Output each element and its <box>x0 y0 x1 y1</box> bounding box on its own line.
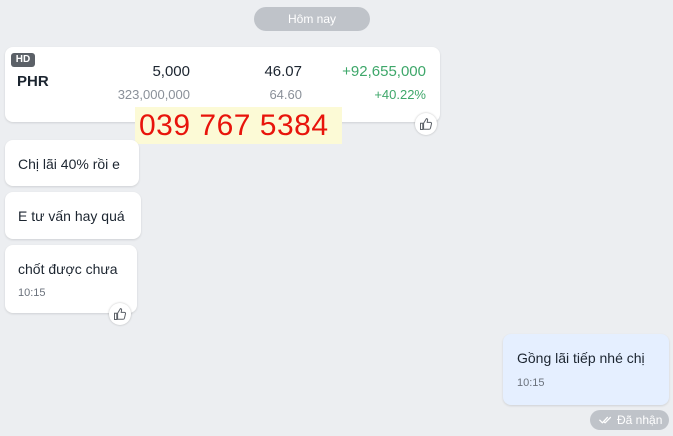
message-time: 10:15 <box>517 377 545 389</box>
chat-screen: Hôm nay HD PHR 5,000 46.07 +92,655,000 3… <box>0 0 673 436</box>
volume-value: 323,000,000 <box>117 87 190 102</box>
price-value: 5,000 <box>152 63 190 80</box>
ticker-symbol: PHR <box>17 73 49 90</box>
current-price-value: 46.07 <box>264 63 302 80</box>
incoming-message[interactable]: Chị lãi 40% rồi e <box>5 140 139 186</box>
phone-number-overlay: 039 767 5384 <box>135 107 342 144</box>
thumbs-up-icon[interactable] <box>415 113 437 135</box>
message-text: chốt được chưa <box>18 261 118 277</box>
profit-value: +92,655,000 <box>342 63 426 80</box>
incoming-message[interactable]: E tư vấn hay quá <box>5 192 141 239</box>
date-divider: Hôm nay <box>254 7 370 31</box>
outgoing-message[interactable]: Gồng lãi tiếp nhé chị 10:15 <box>503 334 669 405</box>
message-text: Chị lãi 40% rồi e <box>18 156 120 172</box>
message-text: E tư vấn hay quá <box>18 208 125 224</box>
profit-percent-value: +40.22% <box>374 87 426 102</box>
status-label: Đã nhận <box>617 413 663 427</box>
message-time: 10:15 <box>18 287 46 299</box>
hd-badge: HD <box>11 53 35 67</box>
thumbs-up-icon[interactable] <box>109 303 131 325</box>
message-text: Gồng lãi tiếp nhé chị <box>517 350 645 366</box>
delivery-status-badge: Đã nhận <box>590 410 669 430</box>
double-check-icon <box>599 416 612 424</box>
cost-price-value: 64.60 <box>269 87 302 102</box>
